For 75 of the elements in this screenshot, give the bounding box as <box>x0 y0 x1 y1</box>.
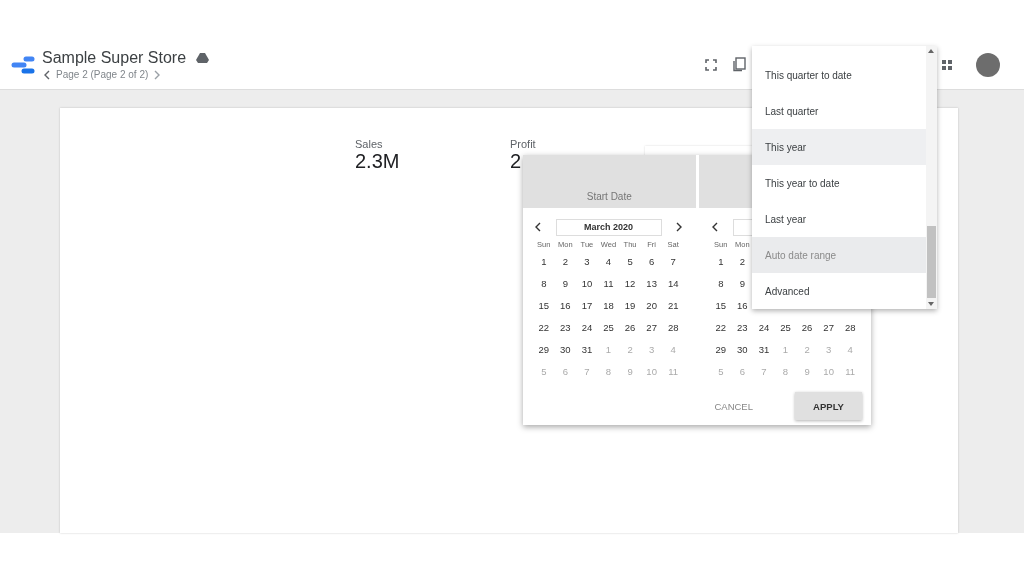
calendar-day[interactable]: 26 <box>796 318 818 340</box>
scorecard-label: Profit <box>510 138 536 150</box>
menu-item[interactable]: This quarter to date <box>752 57 926 93</box>
calendar-day[interactable]: 19 <box>619 296 641 318</box>
calendar-day[interactable]: 9 <box>554 274 577 296</box>
calendar-day[interactable]: 31 <box>576 340 598 362</box>
previous-month-icon[interactable] <box>533 221 543 233</box>
calendar-day[interactable]: 8 <box>710 274 732 296</box>
next-month-icon[interactable] <box>674 221 684 233</box>
apps-grid-icon[interactable] <box>940 57 954 72</box>
calendar-day[interactable]: 27 <box>817 318 840 340</box>
calendar-day[interactable]: 7 <box>662 252 684 274</box>
calendar-day[interactable]: 10 <box>576 274 598 296</box>
fullscreen-icon[interactable] <box>704 57 718 72</box>
calendar-day[interactable]: 24 <box>753 318 775 340</box>
calendar-day[interactable]: 4 <box>597 252 620 274</box>
calendar-day[interactable]: 2 <box>554 252 577 274</box>
calendar-day[interactable]: 26 <box>619 318 641 340</box>
report-title: Sample Super Store <box>42 48 187 67</box>
scroll-down-icon[interactable] <box>928 302 934 306</box>
calendar-day[interactable]: 17 <box>576 296 598 318</box>
calendar-day[interactable]: 16 <box>554 296 577 318</box>
cancel-button[interactable]: CANCEL <box>694 392 773 420</box>
calendar-day[interactable]: 9 <box>731 274 754 296</box>
calendar-day[interactable]: 8 <box>533 274 555 296</box>
scrollbar-thumb[interactable] <box>927 226 936 298</box>
calendar-day[interactable]: 14 <box>662 274 684 296</box>
calendar-day[interactable]: 27 <box>640 318 663 340</box>
calendar-day[interactable]: 30 <box>554 340 577 362</box>
copy-icon[interactable] <box>732 57 747 72</box>
calendar-day[interactable]: 23 <box>731 318 754 340</box>
calendar-day[interactable]: 28 <box>662 318 684 340</box>
calendar-day[interactable]: 16 <box>731 296 754 318</box>
calendar-day[interactable]: 25 <box>774 318 797 340</box>
calendar-day[interactable]: 22 <box>710 318 732 340</box>
month-field[interactable]: March 2020 <box>555 218 662 236</box>
calendar-day[interactable]: 6 <box>640 252 663 274</box>
calendar-day[interactable]: 1 <box>533 252 555 274</box>
calendar-day[interactable]: 22 <box>533 318 555 340</box>
calendar-day[interactable]: 1 <box>710 252 732 274</box>
page-indicator: Page 2 (Page 2 of 2) <box>56 69 149 80</box>
scroll-up-icon[interactable] <box>928 49 934 53</box>
menu-item[interactable]: This year to date <box>752 165 926 201</box>
scorecard-value: 2.3M <box>355 150 400 173</box>
calendar-day[interactable]: 28 <box>839 318 861 340</box>
menu-item[interactable]: Advanced <box>752 273 926 309</box>
calendar-day[interactable]: 31 <box>753 340 775 362</box>
start-date-tab[interactable]: Start Date <box>523 155 696 208</box>
menu-item[interactable]: This year <box>752 129 926 165</box>
previous-page-icon[interactable] <box>42 68 52 81</box>
calendar-day[interactable]: 13 <box>640 274 663 296</box>
menu-item[interactable]: Last year <box>752 201 926 237</box>
calendar-day[interactable]: 29 <box>533 340 555 362</box>
avatar[interactable] <box>976 52 1000 77</box>
calendar-day[interactable]: 3 <box>576 252 598 274</box>
calendar-day[interactable]: 12 <box>619 274 641 296</box>
calendar-day[interactable]: 21 <box>662 296 684 318</box>
calendar-day[interactable]: 5 <box>619 252 641 274</box>
calendar-day[interactable]: 15 <box>533 296 555 318</box>
scorecard-label: Sales <box>355 138 384 150</box>
calendar-day[interactable]: 18 <box>597 296 620 318</box>
calendar-day[interactable]: 23 <box>554 318 577 340</box>
drive-icon <box>196 51 210 64</box>
apply-button[interactable]: APPLY <box>795 392 862 420</box>
calendar-day[interactable]: 11 <box>597 274 620 296</box>
scorecard-value: 2 <box>510 150 523 173</box>
calendar-day[interactable]: 20 <box>640 296 663 318</box>
calendar-day[interactable]: 29 <box>710 340 732 362</box>
calendar-day[interactable]: 15 <box>710 296 732 318</box>
menu-item[interactable]: Last quarter <box>752 93 926 129</box>
calendar-day[interactable]: 25 <box>597 318 620 340</box>
previous-month-icon[interactable] <box>710 221 720 233</box>
calendar-day[interactable]: 2 <box>731 252 754 274</box>
calendar-day[interactable]: 24 <box>576 318 598 340</box>
calendar-day[interactable]: 30 <box>731 340 754 362</box>
